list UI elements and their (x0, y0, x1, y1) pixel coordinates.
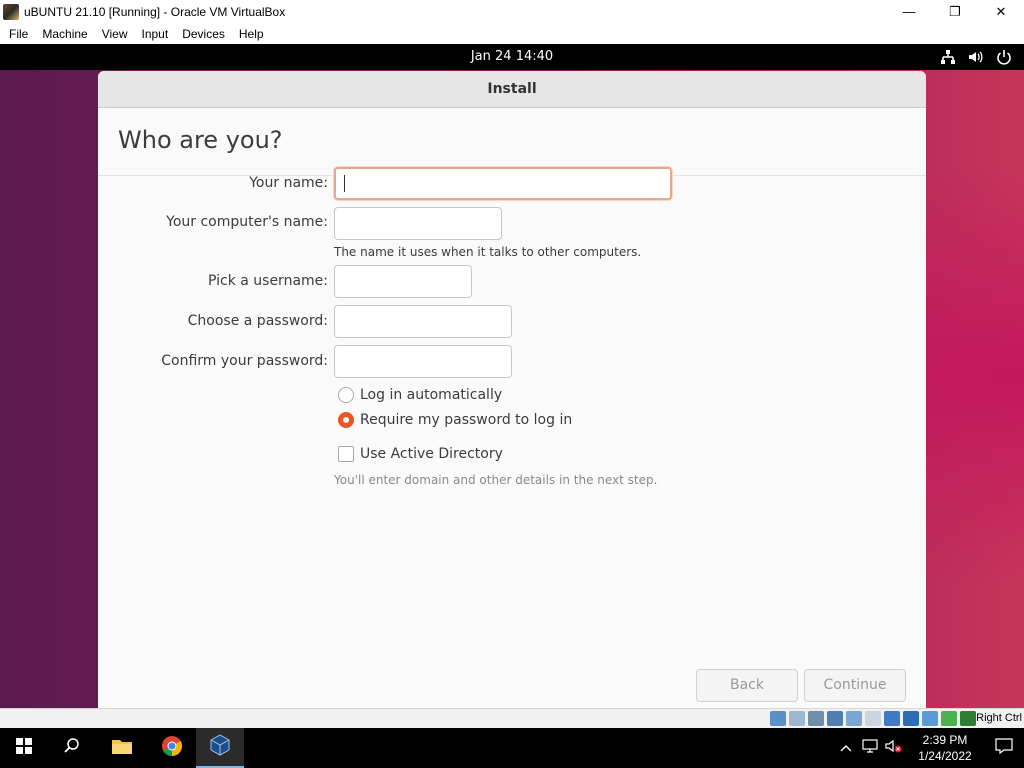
power-icon (996, 49, 1012, 65)
page-heading: Who are you? (118, 126, 283, 154)
require-password-label: Require my password to log in (360, 412, 573, 428)
password-label: Choose a password: (187, 313, 328, 329)
file-explorer-button[interactable] (98, 728, 146, 768)
audio-icon[interactable] (808, 711, 824, 726)
usb-icon[interactable] (846, 711, 862, 726)
minimize-button[interactable]: — (886, 0, 932, 23)
system-tray: 2:39 PM 1/24/2022 (834, 728, 1024, 768)
text-caret (344, 175, 345, 192)
virtualbox-status-bar: Right Ctrl (0, 708, 1024, 728)
file-explorer-icon (111, 737, 133, 760)
installer-window: Install Who are you? Your name: Your com… (98, 71, 926, 708)
network-icon (940, 49, 956, 65)
show-hidden-icons-button[interactable] (834, 728, 858, 768)
require-password-radio[interactable] (338, 412, 354, 428)
menu-help[interactable]: Help (232, 27, 271, 41)
virtualbox-taskbar-button[interactable] (196, 728, 244, 768)
password-input[interactable] (334, 305, 512, 338)
window-controls: — ❐ ✕ (886, 0, 1024, 23)
network-status-icon (862, 738, 878, 758)
active-directory-hint: You'll enter domain and other details in… (334, 473, 658, 487)
confirm-password-input[interactable] (334, 345, 512, 378)
network-adapter-icon[interactable] (827, 711, 843, 726)
gnome-status-area[interactable] (940, 44, 1012, 70)
continue-button[interactable]: Continue (804, 669, 906, 702)
display-icon[interactable] (884, 711, 900, 726)
username-input[interactable] (334, 265, 472, 298)
maximize-button[interactable]: ❐ (932, 0, 978, 23)
active-directory-label: Use Active Directory (360, 446, 503, 462)
auto-login-option[interactable]: Log in automatically (338, 387, 502, 403)
computer-name-input[interactable] (334, 207, 502, 240)
chevron-up-icon (840, 739, 852, 757)
menu-machine[interactable]: Machine (35, 27, 94, 41)
menu-input[interactable]: Input (135, 27, 176, 41)
auto-login-radio[interactable] (338, 387, 354, 403)
volume-icon (968, 49, 984, 65)
notification-icon (995, 737, 1013, 759)
close-button[interactable]: ✕ (978, 0, 1024, 23)
mouse-integration-icon[interactable] (941, 711, 957, 726)
require-password-option[interactable]: Require my password to log in (338, 412, 572, 428)
confirm-password-label: Confirm your password: (161, 353, 328, 369)
cpu-icon[interactable] (922, 711, 938, 726)
active-directory-checkbox[interactable] (338, 446, 354, 462)
gnome-top-bar: Jan 24 14:40 (0, 44, 1024, 70)
minimize-icon: — (902, 4, 916, 19)
computer-name-label: Your computer's name: (166, 214, 328, 230)
volume-muted-icon (885, 739, 903, 758)
auto-login-label: Log in automatically (360, 387, 503, 403)
menu-file[interactable]: File (2, 27, 35, 41)
shared-folders-icon[interactable] (865, 711, 881, 726)
taskbar-clock[interactable]: 2:39 PM 1/24/2022 (906, 732, 984, 764)
menu-view[interactable]: View (95, 27, 135, 41)
menu-devices[interactable]: Devices (175, 27, 232, 41)
virtualbox-icon (209, 733, 231, 761)
gnome-clock[interactable]: Jan 24 14:40 (0, 44, 1024, 70)
host-menu-bar: File Machine View Input Devices Help (0, 23, 1024, 44)
host-key-label: Right Ctrl (976, 712, 1022, 724)
computer-name-hint: The name it uses when it talks to other … (334, 245, 642, 259)
recording-icon[interactable] (903, 711, 919, 726)
action-center-button[interactable] (984, 728, 1024, 768)
start-icon (16, 737, 32, 759)
taskbar-time: 2:39 PM (922, 733, 968, 747)
host-title-bar: uBUNTU 21.10 [Running] - Oracle VM Virtu… (0, 0, 1024, 23)
back-button[interactable]: Back (696, 669, 798, 702)
taskbar-date: 1/24/2022 (918, 749, 972, 763)
close-icon: ✕ (995, 3, 1007, 19)
active-directory-option[interactable]: Use Active Directory (338, 446, 503, 462)
optical-drive-icon[interactable] (789, 711, 805, 726)
hard-disk-icon[interactable] (770, 711, 786, 726)
name-input[interactable] (334, 167, 672, 200)
chrome-icon (161, 735, 183, 762)
search-icon (63, 737, 81, 760)
volume-tray-button[interactable] (882, 728, 906, 768)
chrome-button[interactable] (148, 728, 196, 768)
windows-taskbar: 2:39 PM 1/24/2022 (0, 728, 1024, 768)
installer-title: Install (98, 71, 926, 108)
guest-screen: Jan 24 14:40 Install Who are you? Your n… (0, 44, 1024, 708)
network-tray-button[interactable] (858, 728, 882, 768)
username-label: Pick a username: (207, 273, 328, 289)
search-button[interactable] (48, 728, 96, 768)
host-window-title: uBUNTU 21.10 [Running] - Oracle VM Virtu… (24, 4, 286, 19)
maximize-icon: ❐ (949, 3, 961, 19)
virtualbox-app-icon (3, 3, 19, 20)
start-button[interactable] (0, 728, 48, 768)
device-status-icons (770, 711, 976, 726)
name-label: Your name: (249, 175, 328, 191)
keyboard-capture-icon[interactable] (960, 711, 976, 726)
